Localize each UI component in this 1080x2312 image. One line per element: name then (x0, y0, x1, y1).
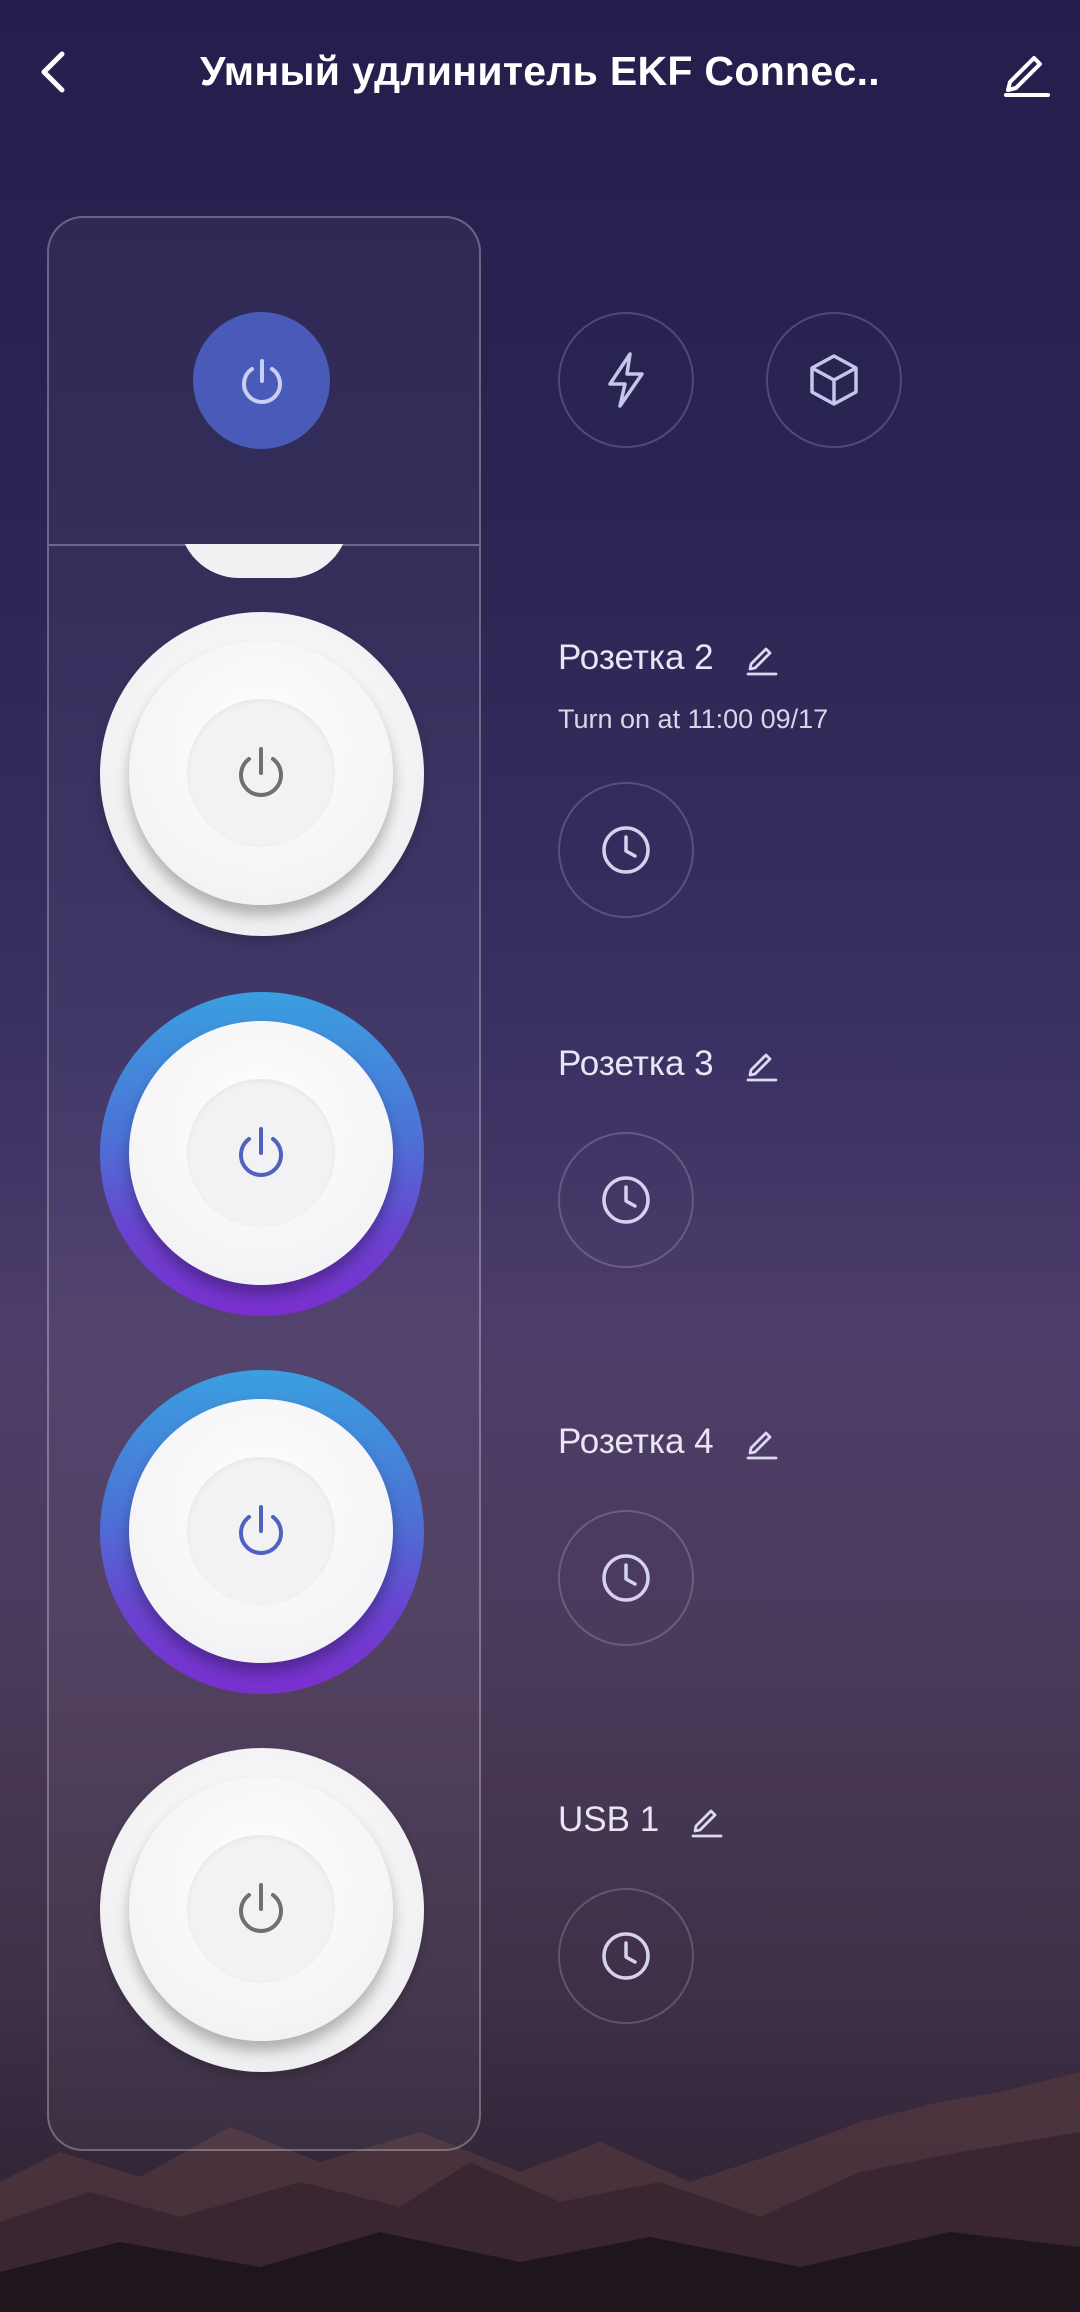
pencil-icon[interactable] (744, 1046, 780, 1082)
page-title: Умный удлинитель EKF Connec.. (200, 48, 880, 94)
outlet-2-power-button[interactable] (100, 612, 424, 936)
hidden-outlet-peek (179, 544, 349, 578)
outlet-3-power-button[interactable] (100, 992, 424, 1316)
usb-1-timer-button[interactable] (558, 1888, 694, 2024)
pencil-icon[interactable] (744, 1424, 780, 1460)
outlet-label: Розетка 4 (558, 1422, 714, 1461)
power-icon (239, 747, 283, 797)
button-core (187, 1079, 335, 1227)
chevron-left-icon (41, 51, 65, 93)
outlet-label: USB 1 (558, 1800, 660, 1839)
power-icon (239, 1127, 283, 1177)
button-face (129, 1399, 393, 1663)
usb-1-power-button[interactable] (100, 1748, 424, 2072)
schedule-text: Turn on at 11:00 09/17 (558, 704, 829, 734)
button-core (187, 1457, 335, 1605)
edit-device-button[interactable] (996, 42, 1056, 102)
pencil-icon[interactable] (689, 1802, 725, 1838)
outlet-4-timer-button[interactable] (558, 1510, 694, 1646)
power-icon (239, 1883, 283, 1933)
power-icon (239, 1505, 283, 1555)
clock-icon (602, 1932, 650, 1980)
button-face (129, 641, 393, 905)
button-face (129, 1777, 393, 2041)
back-button[interactable] (30, 42, 80, 102)
usb-1-label-row: USB 1 (558, 1800, 725, 1840)
button-core (187, 1835, 335, 1983)
scene-button[interactable] (766, 312, 902, 448)
outlet-4-label-row: Розетка 4 (558, 1422, 780, 1462)
clock-icon (602, 1176, 650, 1224)
button-face (129, 1021, 393, 1285)
lightning-icon (608, 352, 644, 408)
clock-icon (602, 1554, 650, 1602)
button-core (187, 699, 335, 847)
master-power-button[interactable] (193, 312, 330, 449)
app-header: Умный удлинитель EKF Connec.. (0, 0, 1080, 150)
outlet-2-label-row: Розетка 2 (558, 638, 780, 678)
outlet-2-timer-button[interactable] (558, 782, 694, 918)
energy-button[interactable] (558, 312, 694, 448)
outlet-3-label-row: Розетка 3 (558, 1044, 780, 1084)
outlet-4-power-button[interactable] (100, 1370, 424, 1694)
outlet-label: Розетка 3 (558, 1044, 714, 1083)
pencil-icon (1004, 56, 1050, 97)
outlet-3-timer-button[interactable] (558, 1132, 694, 1268)
power-icon (241, 358, 282, 404)
clock-icon (602, 826, 650, 874)
cube-icon (810, 354, 858, 406)
pencil-icon[interactable] (744, 640, 780, 676)
outlet-label: Розетка 2 (558, 638, 714, 677)
